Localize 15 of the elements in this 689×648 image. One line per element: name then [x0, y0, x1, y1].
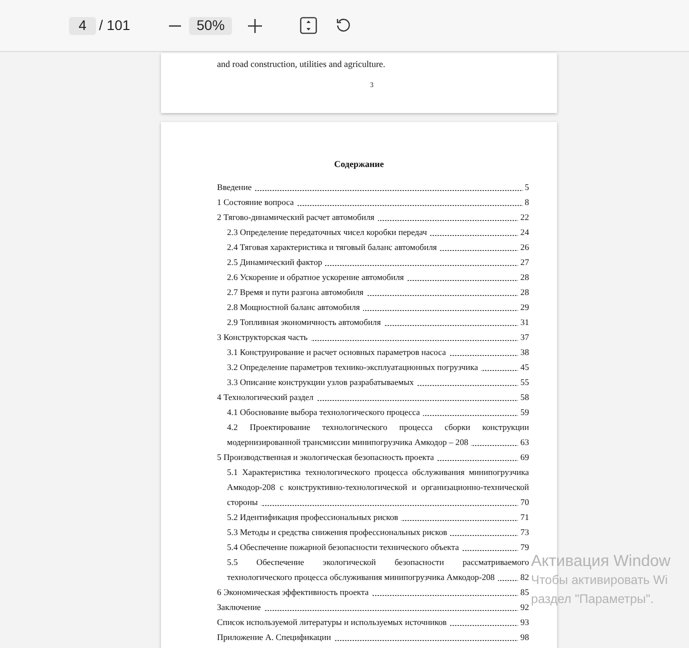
plus-icon	[248, 18, 262, 32]
fit-page-icon	[300, 17, 317, 34]
page-total: / 101	[99, 16, 130, 35]
zoom-in-button[interactable]	[246, 16, 264, 34]
page-number-field[interactable]: 4	[69, 16, 96, 34]
zoom-level-field[interactable]: 50%	[189, 16, 232, 34]
activation-title: Активация Window	[531, 552, 670, 571]
fit-page-button[interactable]	[299, 16, 318, 34]
rotate-icon	[336, 18, 351, 33]
activation-text: раздел "Параметры".	[531, 591, 655, 608]
activation-text: Чтобы активировать Wi	[531, 572, 669, 589]
page-text: and road construction, utilities and agriculture.	[217, 58, 386, 71]
rotate-button[interactable]	[334, 16, 352, 34]
toc-title: Содержание	[333, 158, 385, 171]
minus-icon	[169, 24, 182, 26]
